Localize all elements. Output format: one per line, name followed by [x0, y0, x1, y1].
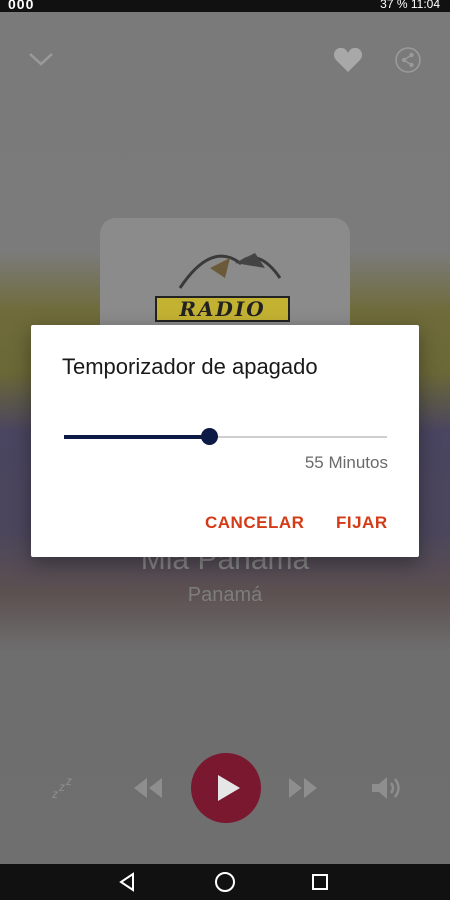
slider-value-text: 55 Minutos: [304, 453, 388, 472]
svg-text:z: z: [51, 787, 58, 801]
battery-text: 37 %: [380, 0, 408, 11]
clock: 11:04: [410, 0, 440, 11]
volume-icon[interactable]: [370, 774, 406, 802]
bird-logo-icon: [178, 253, 282, 289]
navigation-bar: [0, 864, 450, 900]
status-bar: 000 37 % 11:04: [0, 0, 450, 12]
sleep-timer-dialog: Temporizador de apagado 55 Minutos CANCE…: [31, 325, 419, 557]
svg-text:z: z: [58, 780, 65, 794]
rewind-icon[interactable]: [132, 776, 164, 800]
back-icon[interactable]: [118, 872, 138, 892]
station-country: Panamá: [187, 584, 263, 606]
play-icon[interactable]: [191, 753, 261, 823]
dialog-title: Temporizador de apagado: [62, 354, 318, 379]
chevron-down-icon[interactable]: [28, 50, 54, 68]
art-radio-label: RADIO: [155, 296, 290, 322]
set-button[interactable]: FIJAR: [336, 513, 388, 533]
home-icon[interactable]: [214, 871, 236, 893]
share-icon[interactable]: [395, 47, 421, 73]
svg-text:z: z: [65, 776, 72, 788]
cancel-button[interactable]: CANCELAR: [205, 513, 304, 533]
slider-fill: [64, 435, 210, 439]
sleep-icon[interactable]: z z z: [50, 776, 78, 802]
recents-icon[interactable]: [311, 873, 329, 891]
status-right: 37 % 11:04: [380, 0, 440, 11]
heart-icon[interactable]: [333, 46, 363, 74]
slider-thumb[interactable]: [200, 428, 218, 445]
fast-forward-icon[interactable]: [287, 776, 319, 800]
status-left: 000: [8, 0, 35, 12]
